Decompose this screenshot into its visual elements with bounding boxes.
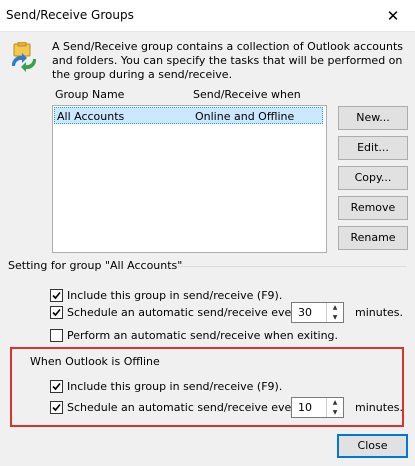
groups-list[interactable]: Group Name Send/Receive when All Account… bbox=[52, 88, 327, 253]
offline-heading: When Outlook is Offline bbox=[30, 355, 160, 368]
offline-schedule-minutes-stepper[interactable]: 10 ▲ ▼ bbox=[291, 397, 344, 418]
setting-group-label: Setting for group "All Accounts" bbox=[8, 259, 183, 272]
group-name-cell: All Accounts bbox=[57, 110, 125, 123]
offline-include-group-label[interactable]: Include this group in send/receive (F9). bbox=[67, 380, 282, 393]
offline-schedule-checkbox[interactable] bbox=[50, 401, 63, 414]
offline-minutes-label: minutes. bbox=[355, 401, 404, 414]
include-group-label[interactable]: Include this group in send/receive (F9). bbox=[67, 289, 282, 302]
stepper-down-icon[interactable]: ▼ bbox=[327, 313, 343, 322]
stepper-down-icon[interactable]: ▼ bbox=[327, 408, 343, 417]
minutes-label: minutes. bbox=[355, 306, 404, 319]
column-header-group-name[interactable]: Group Name bbox=[55, 88, 124, 101]
offline-schedule-label[interactable]: Schedule an automatic send/receive every bbox=[67, 401, 302, 414]
schedule-minutes-stepper[interactable]: 30 ▲ ▼ bbox=[291, 302, 344, 323]
rename-button[interactable]: Rename bbox=[338, 226, 408, 250]
new-button[interactable]: New... bbox=[338, 106, 408, 130]
schedule-checkbox[interactable] bbox=[50, 306, 63, 319]
list-item[interactable]: All Accounts Online and Offline bbox=[54, 107, 323, 124]
stepper-up-icon[interactable]: ▲ bbox=[327, 303, 343, 312]
dialog-description: A Send/Receive group contains a collecti… bbox=[52, 40, 403, 81]
include-group-checkbox[interactable] bbox=[50, 289, 63, 302]
edit-button[interactable]: Edit... bbox=[338, 136, 408, 160]
remove-button[interactable]: Remove bbox=[338, 196, 408, 220]
section-divider bbox=[178, 266, 407, 267]
exiting-label[interactable]: Perform an automatic send/receive when e… bbox=[67, 329, 338, 342]
schedule-minutes-value[interactable]: 30 bbox=[298, 306, 312, 319]
offline-schedule-minutes-value[interactable]: 10 bbox=[298, 401, 312, 414]
schedule-label[interactable]: Schedule an automatic send/receive every bbox=[67, 306, 302, 319]
column-header-send-receive-when[interactable]: Send/Receive when bbox=[193, 88, 301, 101]
send-receive-groups-icon bbox=[8, 41, 40, 72]
offline-include-group-checkbox[interactable] bbox=[50, 380, 63, 393]
window-title: Send/Receive Groups bbox=[6, 8, 134, 22]
send-receive-when-cell: Online and Offline bbox=[195, 110, 295, 123]
stepper-up-icon[interactable]: ▲ bbox=[327, 398, 343, 407]
close-button[interactable]: Close bbox=[337, 434, 408, 458]
close-icon[interactable]: ✕ bbox=[381, 6, 405, 26]
stepper-arrows[interactable]: ▲ ▼ bbox=[326, 398, 343, 417]
exiting-checkbox[interactable] bbox=[50, 329, 63, 342]
copy-button[interactable]: Copy... bbox=[338, 166, 408, 190]
stepper-arrows[interactable]: ▲ ▼ bbox=[326, 303, 343, 322]
title-bar: Send/Receive Groups ✕ bbox=[0, 0, 415, 32]
